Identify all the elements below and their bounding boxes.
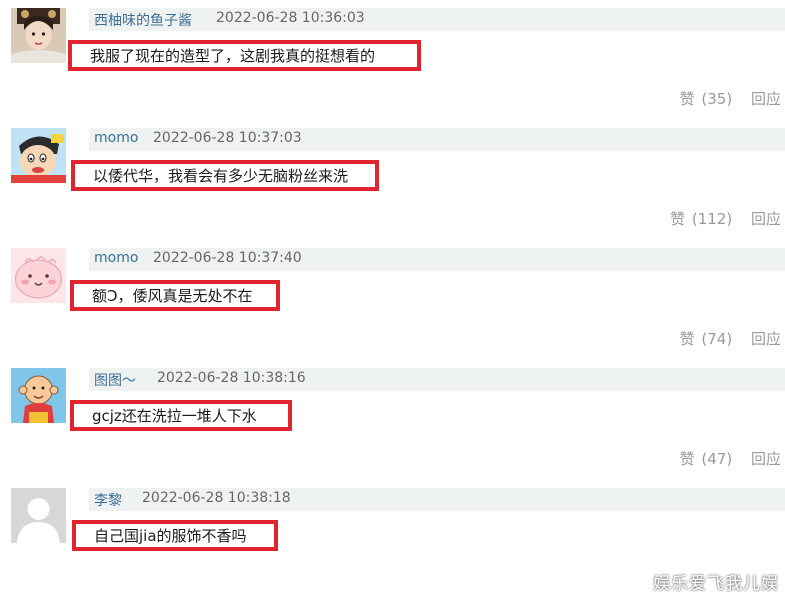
comment-item: 西柚味的鱼子酱 2022-06-28 10:36:03 我服了现在的造型了，这剧… bbox=[0, 0, 785, 120]
comment-text: 自己国jia的服饰不香吗 bbox=[72, 520, 278, 551]
timestamp: 2022-06-28 10:38:18 bbox=[142, 490, 291, 506]
username-link[interactable]: momo bbox=[94, 250, 138, 266]
reply-button[interactable]: 回应 bbox=[751, 90, 781, 108]
like-count: (74) bbox=[701, 330, 733, 348]
like-count: (112) bbox=[691, 210, 733, 228]
comment-text: 额Ↄ，倭风真是无处不在 bbox=[70, 280, 280, 311]
comment-text: gcjz还在洗拉一堆人下水 bbox=[70, 400, 292, 431]
comment-actions: 赞 (112) 回应 bbox=[670, 208, 781, 229]
reply-button[interactable]: 回应 bbox=[751, 450, 781, 468]
like-label: 赞 bbox=[679, 90, 695, 108]
like-count: (47) bbox=[701, 450, 733, 468]
comment-meta: 图图～ 2022-06-28 10:38:16 bbox=[89, 368, 785, 391]
like-label: 赞 bbox=[679, 330, 695, 348]
like-label: 赞 bbox=[679, 450, 695, 468]
reply-button[interactable]: 回应 bbox=[751, 330, 781, 348]
comment-item: 图图～ 2022-06-28 10:38:16 gcjz还在洗拉一堆人下水 赞 … bbox=[0, 360, 785, 480]
like-button[interactable]: 赞 (35) bbox=[680, 90, 733, 108]
like-button[interactable]: 赞 (47) bbox=[680, 450, 733, 468]
comment-item: momo 2022-06-28 10:37:40 额Ↄ，倭风真是无处不在 赞 (… bbox=[0, 240, 785, 360]
timestamp: 2022-06-28 10:37:03 bbox=[153, 130, 302, 146]
timestamp: 2022-06-28 10:37:40 bbox=[153, 250, 302, 266]
comment-actions: 赞 (47) 回应 bbox=[680, 448, 781, 469]
cartoon-kid-avatar[interactable] bbox=[11, 368, 66, 423]
username-link[interactable]: 李黎 bbox=[94, 490, 122, 510]
like-button[interactable]: 赞 (112) bbox=[670, 210, 732, 228]
username-link[interactable]: 西柚味的鱼子酱 bbox=[94, 10, 192, 30]
like-button[interactable]: 赞 (74) bbox=[680, 330, 733, 348]
username-link[interactable]: momo bbox=[94, 130, 138, 146]
comment-text: 我服了现在的造型了，这剧我真的挺想看的 bbox=[68, 40, 421, 71]
comment-text-content: 自己国jia的服饰不香吗 bbox=[94, 527, 247, 545]
like-label: 赞 bbox=[670, 210, 686, 228]
comment-text-content: 我服了现在的造型了，这剧我真的挺想看的 bbox=[90, 47, 376, 65]
like-count: (35) bbox=[701, 90, 733, 108]
comment-meta: 李黎 2022-06-28 10:38:18 bbox=[89, 488, 785, 511]
comment-text-content: 额Ↄ，倭风真是无处不在 bbox=[92, 287, 253, 305]
default-user-avatar[interactable] bbox=[11, 488, 66, 543]
comment-meta: momo 2022-06-28 10:37:03 bbox=[89, 128, 785, 151]
costume-woman-avatar[interactable] bbox=[11, 8, 66, 63]
comment-text-content: gcjz还在洗拉一堆人下水 bbox=[92, 407, 257, 425]
pink-blob-avatar[interactable] bbox=[11, 248, 66, 303]
timestamp: 2022-06-28 10:38:16 bbox=[157, 370, 306, 386]
comment-text-content: 以倭代华，我看会有多少无脑粉丝来洗 bbox=[93, 167, 349, 185]
username-link[interactable]: 图图～ bbox=[94, 370, 136, 390]
timestamp: 2022-06-28 10:36:03 bbox=[216, 10, 365, 26]
comment-item: momo 2022-06-28 10:37:03 以倭代华，我看会有多少无脑粉丝… bbox=[0, 120, 785, 240]
reply-button[interactable]: 回应 bbox=[751, 210, 781, 228]
comment-meta: momo 2022-06-28 10:37:40 bbox=[89, 248, 785, 271]
comment-meta: 西柚味的鱼子酱 2022-06-28 10:36:03 bbox=[89, 8, 785, 31]
comment-text: 以倭代华，我看会有多少无脑粉丝来洗 bbox=[71, 160, 379, 191]
comment-actions: 赞 (74) 回应 bbox=[680, 328, 781, 349]
comment-actions: 赞 (35) 回应 bbox=[680, 88, 781, 109]
cartoon-boy-avatar[interactable] bbox=[11, 128, 66, 183]
watermark: 娱乐爱飞我儿娱 bbox=[653, 574, 779, 594]
